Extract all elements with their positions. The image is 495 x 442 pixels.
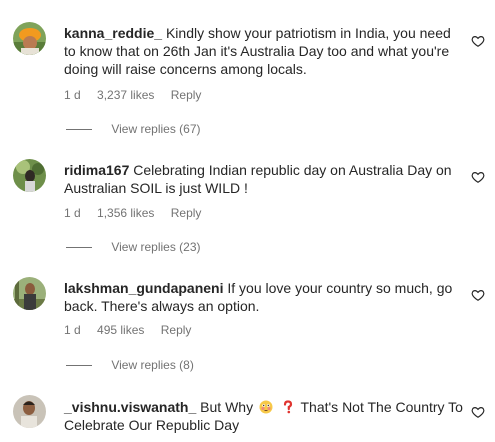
comment-username[interactable]: _vishnu.viswanath_: [64, 399, 196, 415]
view-replies-label: View replies (67): [111, 122, 201, 136]
divider-line: [66, 365, 92, 367]
view-replies-label: View replies (23): [111, 240, 201, 254]
comment-likes[interactable]: 3,237 likes: [97, 88, 154, 102]
comment-meta: 1 d 1,356 likes Reply: [64, 206, 201, 220]
comment-time: 1 d: [64, 88, 81, 102]
comment-body: lakshman_gundapaneni If you love your co…: [64, 279, 464, 315]
flushed-face-emoji: [259, 400, 273, 414]
avatar[interactable]: [13, 277, 46, 310]
comment-text-before: But Why: [200, 399, 254, 415]
heart-icon[interactable]: [471, 405, 485, 419]
view-replies-button[interactable]: View replies (23): [66, 240, 201, 254]
heart-icon[interactable]: [471, 34, 485, 48]
view-replies-label: View replies (8): [111, 358, 194, 372]
red-question-mark-emoji: [281, 400, 295, 414]
comment-time: 1 d: [64, 206, 81, 220]
comment-username[interactable]: kanna_reddie_: [64, 25, 162, 41]
comment-username[interactable]: ridima167: [64, 162, 129, 178]
heart-icon[interactable]: [471, 288, 485, 302]
comment-body: ridima167 Celebrating Indian republic da…: [64, 161, 464, 197]
divider-line: [66, 247, 92, 249]
comment-likes[interactable]: 1,356 likes: [97, 206, 154, 220]
divider-line: [66, 129, 92, 131]
comment-time: 1 d: [64, 323, 81, 337]
avatar[interactable]: [13, 395, 46, 428]
comment-body: _vishnu.viswanath_ But Why That's Not Th…: [64, 398, 464, 434]
reply-button[interactable]: Reply: [171, 206, 202, 220]
avatar[interactable]: [13, 22, 46, 55]
comment-username[interactable]: lakshman_gundapaneni: [64, 280, 223, 296]
comment-body: kanna_reddie_ Kindly show your patriotis…: [64, 24, 464, 78]
comment-meta: 1 d 3,237 likes Reply: [64, 88, 201, 102]
view-replies-button[interactable]: View replies (8): [66, 358, 194, 372]
reply-button[interactable]: Reply: [161, 323, 192, 337]
heart-icon[interactable]: [471, 170, 485, 184]
comment-meta: 1 d 495 likes Reply: [64, 323, 191, 337]
comment-likes[interactable]: 495 likes: [97, 323, 144, 337]
view-replies-button[interactable]: View replies (67): [66, 122, 201, 136]
avatar[interactable]: [13, 159, 46, 192]
reply-button[interactable]: Reply: [171, 88, 202, 102]
